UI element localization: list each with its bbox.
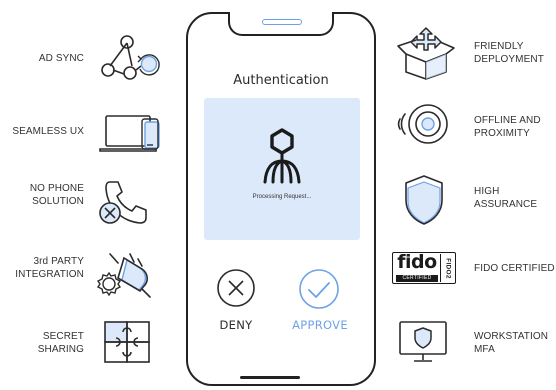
feature-label: SEAMLESS UX bbox=[12, 126, 84, 137]
proximity-icon bbox=[396, 100, 452, 150]
fido-badge-divider bbox=[440, 254, 442, 282]
feature-label: WORKSTATION MFA bbox=[474, 331, 549, 355]
feature-integration: 3rd PARTY INTEGRATION bbox=[0, 250, 170, 300]
approve-label[interactable]: APPROVE bbox=[270, 318, 370, 332]
phone-notch bbox=[228, 12, 334, 36]
no-phone-icon bbox=[96, 180, 156, 226]
laptop-phone-icon bbox=[98, 114, 164, 156]
feature-label: FIDO CERTIFIED bbox=[474, 263, 555, 274]
phone-speaker bbox=[262, 19, 302, 25]
feature-friendly-deployment: FRIENDLY DEPLOYMENT bbox=[390, 24, 556, 80]
approve-button[interactable] bbox=[298, 268, 340, 315]
octopus-logo-icon bbox=[260, 128, 304, 191]
puzzle-icon bbox=[103, 320, 159, 366]
processing-status: Processing Request... bbox=[252, 194, 312, 200]
auth-request-panel: Processing Request... bbox=[204, 98, 360, 240]
feature-workstation: WORKSTATION MFA bbox=[390, 318, 556, 368]
open-box-icon bbox=[396, 24, 456, 80]
feature-label: AD SYNC bbox=[38, 53, 84, 64]
fido-badge-icon: fido CERTIFIED FIDO2 bbox=[392, 251, 458, 286]
fido-badge-main: fido bbox=[397, 251, 437, 273]
shield-icon bbox=[402, 172, 446, 226]
feature-fido: fido CERTIFIED FIDO2 FIDO CERTIFIED bbox=[390, 251, 556, 292]
feature-seamless-ux: SEAMLESS UX bbox=[0, 108, 170, 158]
network-sync-icon bbox=[98, 34, 160, 84]
page-title: Authentication bbox=[233, 73, 329, 88]
monitor-shield-icon bbox=[396, 320, 452, 364]
fido-badge-sub: CERTIFIED bbox=[396, 275, 438, 282]
close-icon bbox=[217, 269, 255, 307]
home-indicator bbox=[240, 376, 300, 379]
checkmark-icon bbox=[299, 269, 339, 309]
feature-label: 3rd PARTY INTEGRATION bbox=[15, 256, 84, 280]
deny-button[interactable] bbox=[216, 268, 256, 313]
feature-label: NO PHONE SOLUTION bbox=[29, 183, 84, 207]
feature-label: OFFLINE AND PROXIMITY bbox=[474, 115, 541, 139]
feature-high-assurance: HIGH ASSURANCE bbox=[390, 172, 556, 228]
fido-badge-side: FIDO2 bbox=[444, 258, 452, 279]
feature-offline: OFFLINE AND PROXIMITY bbox=[390, 100, 556, 150]
feature-label: FRIENDLY DEPLOYMENT bbox=[474, 41, 544, 65]
phone-mockup: Authentication Processing Request... DEN bbox=[186, 12, 376, 386]
feature-ad-sync: AD SYNC bbox=[0, 34, 170, 84]
feature-secret-sharing: SECRET SHARING bbox=[0, 318, 170, 368]
plug-gear-icon bbox=[96, 250, 158, 300]
feature-no-phone: NO PHONE SOLUTION bbox=[0, 178, 170, 228]
feature-label: SECRET SHARING bbox=[37, 331, 84, 355]
feature-label: HIGH ASSURANCE bbox=[474, 186, 538, 210]
